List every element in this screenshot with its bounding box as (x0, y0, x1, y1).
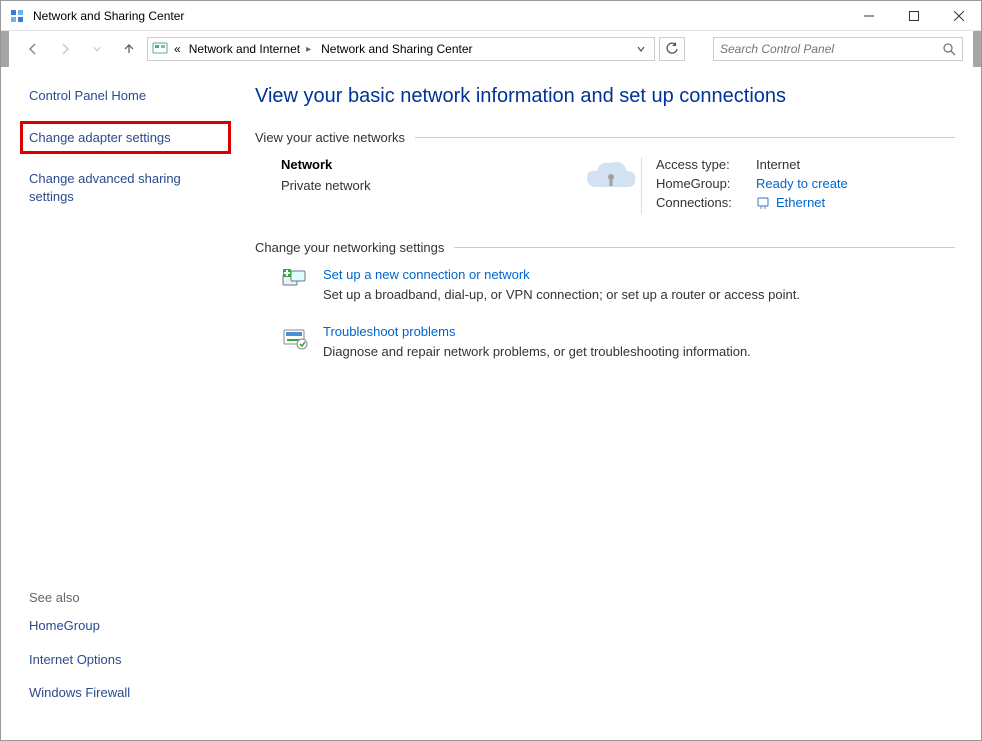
recent-locations-button[interactable] (83, 37, 111, 61)
search-box[interactable] (713, 37, 963, 61)
setup-connection-link[interactable]: Set up a new connection or network (323, 267, 800, 282)
sidebar-item-home[interactable]: Control Panel Home (29, 87, 227, 105)
troubleshoot-icon (281, 324, 309, 352)
maximize-button[interactable] (891, 1, 936, 30)
setup-connection-icon (281, 267, 309, 295)
minimize-button[interactable] (846, 1, 891, 30)
sidebar: Control Panel Home Change adapter settin… (1, 67, 241, 740)
forward-button[interactable] (51, 37, 79, 61)
sidebar-item-adapter-settings[interactable]: Change adapter settings (20, 121, 231, 155)
access-type-label: Access type: (656, 157, 750, 172)
titlebar: Network and Sharing Center (1, 1, 981, 31)
control-panel-icon (152, 41, 168, 57)
see-also-label: See also (29, 590, 227, 605)
sidebar-item-internet-options[interactable]: Internet Options (29, 651, 227, 669)
address-dropdown-button[interactable] (636, 44, 650, 54)
ethernet-icon (756, 196, 770, 210)
access-type-value: Internet (756, 157, 800, 172)
refresh-button[interactable] (659, 37, 685, 61)
content-area: Control Panel Home Change adapter settin… (1, 67, 981, 740)
search-icon (942, 42, 956, 56)
troubleshoot-desc: Diagnose and repair network problems, or… (323, 344, 751, 359)
chevron-right-icon: ▸ (304, 44, 313, 55)
up-button[interactable] (115, 37, 143, 61)
active-networks-heading: View your active networks (255, 130, 955, 145)
network-type: Private network (281, 178, 581, 193)
homegroup-label: HomeGroup: (656, 176, 750, 191)
page-title: View your basic network information and … (255, 85, 955, 108)
breadcrumb-item-network-internet[interactable]: Network and Internet ▸ (187, 42, 315, 56)
change-settings-heading: Change your networking settings (255, 240, 955, 255)
toolbar: « Network and Internet ▸ Network and Sha… (1, 31, 981, 67)
homegroup-link[interactable]: Ready to create (756, 176, 848, 191)
network-name: Network (281, 157, 581, 172)
window-title: Network and Sharing Center (33, 9, 846, 23)
sidebar-item-firewall[interactable]: Windows Firewall (29, 684, 227, 702)
setup-connection-desc: Set up a broadband, dial-up, or VPN conn… (323, 287, 800, 302)
back-button[interactable] (19, 37, 47, 61)
search-input[interactable] (720, 42, 942, 56)
connections-label: Connections: (656, 195, 750, 210)
active-network-block: Network Private network Access type: Int… (255, 157, 955, 214)
main-panel: View your basic network information and … (241, 67, 981, 740)
troubleshoot-link[interactable]: Troubleshoot problems (323, 324, 751, 339)
sidebar-item-homegroup[interactable]: HomeGroup (29, 617, 227, 635)
setup-connection-item: Set up a new connection or network Set u… (255, 267, 955, 302)
connection-link[interactable]: Ethernet (776, 195, 825, 210)
divider (415, 137, 955, 138)
app-icon (9, 8, 25, 24)
divider (454, 247, 955, 248)
sidebar-item-advanced-sharing[interactable]: Change advanced sharing settings (29, 170, 227, 205)
breadcrumb-prefix[interactable]: « (172, 42, 183, 56)
window-controls (846, 1, 981, 30)
troubleshoot-item: Troubleshoot problems Diagnose and repai… (255, 324, 955, 359)
close-button[interactable] (936, 1, 981, 30)
network-cloud-icon (581, 157, 641, 197)
address-bar[interactable]: « Network and Internet ▸ Network and Sha… (147, 37, 655, 61)
breadcrumb-item-sharing-center[interactable]: Network and Sharing Center (319, 42, 474, 56)
